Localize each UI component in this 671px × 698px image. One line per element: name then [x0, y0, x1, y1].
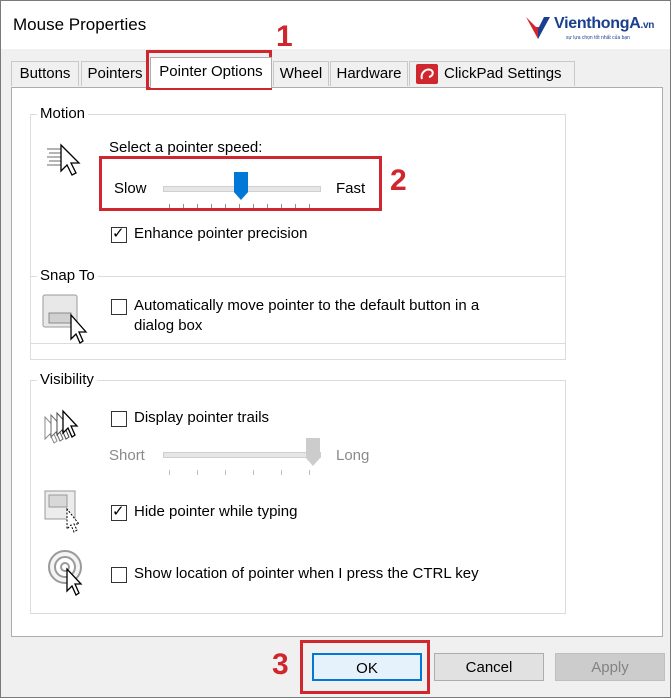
annotation-box-2 — [99, 156, 382, 211]
tab-pointer-options[interactable]: Pointer Options — [150, 57, 272, 88]
logo-brand-text: VienthongA — [554, 15, 641, 32]
auto-snap-checkbox[interactable] — [111, 299, 127, 315]
hide-pointer-label: Hide pointer while typing — [134, 503, 298, 520]
pointer-trails-icon — [44, 409, 79, 444]
tab-clickpad-settings[interactable]: ClickPad Settings — [409, 61, 575, 86]
tab-buttons[interactable]: Buttons — [11, 61, 79, 86]
show-location-label: Show location of pointer when I press th… — [134, 565, 479, 582]
auto-snap-label-line2: dialog box — [134, 317, 203, 334]
vienthonga-logo: VienthongA.vn sự lựa chọn tốt nhất của b… — [524, 13, 664, 45]
tab-hardware[interactable]: Hardware — [330, 61, 408, 86]
hide-pointer-checkbox[interactable]: ✓ — [111, 503, 127, 521]
enhance-precision-check-mark: ✓ — [112, 225, 125, 242]
tab-strip: Buttons Pointers Pointer Options Wheel H… — [1, 49, 670, 88]
hide-pointer-icon — [44, 490, 81, 533]
annotation-box-3 — [300, 640, 430, 694]
pointer-trails-label: Display pointer trails — [134, 409, 270, 426]
tab-clickpad-label: ClickPad Settings — [444, 65, 562, 82]
trails-length-track[interactable] — [163, 452, 321, 458]
snap-to-group: Snap To Automatically move pointer to th… — [30, 267, 566, 360]
tab-wheel[interactable]: Wheel — [273, 61, 329, 86]
enhance-precision-label: Enhance pointer precision — [134, 225, 308, 242]
enhance-precision-checkbox[interactable]: ✓ — [111, 225, 127, 243]
mouse-properties-window: Mouse Properties VienthongA.vn sự lựa ch… — [0, 0, 671, 698]
logo-suffix-text: .vn — [640, 20, 655, 31]
annotation-number-2: 2 — [390, 164, 407, 197]
vienthonga-logo-mark-icon — [526, 17, 550, 39]
synaptics-icon — [416, 64, 438, 84]
logo-tagline: sự lựa chọn tốt nhất của bạn — [566, 35, 630, 41]
trails-long-label: Long — [336, 447, 370, 464]
tab-pointers[interactable]: Pointers — [81, 61, 149, 86]
visibility-group-label: Visibility — [37, 371, 97, 388]
pointer-trails-checkbox[interactable] — [111, 411, 127, 427]
snap-to-icon — [42, 294, 88, 344]
trails-length-ticks — [169, 470, 319, 476]
visibility-group: Visibility Display pointer trails Short … — [30, 371, 566, 614]
annotation-number-1: 1 — [276, 20, 293, 53]
pointer-speed-icon — [47, 143, 81, 176]
show-location-checkbox[interactable] — [111, 567, 127, 583]
motion-group-label: Motion — [37, 105, 89, 122]
trails-length-thumb[interactable] — [306, 438, 320, 466]
show-location-icon — [48, 550, 83, 596]
title-bar: Mouse Properties VienthongA.vn sự lựa ch… — [1, 1, 670, 49]
snap-to-group-label: Snap To — [37, 267, 98, 284]
speed-prompt: Select a pointer speed: — [109, 139, 263, 156]
hide-pointer-check-mark: ✓ — [112, 503, 125, 520]
cancel-button[interactable]: Cancel — [434, 653, 544, 681]
trails-short-label: Short — [109, 447, 145, 464]
apply-button[interactable]: Apply — [555, 653, 665, 681]
annotation-number-3: 3 — [272, 648, 289, 681]
auto-snap-label-line1: Automatically move pointer to the defaul… — [134, 297, 480, 314]
window-title: Mouse Properties — [13, 15, 147, 34]
